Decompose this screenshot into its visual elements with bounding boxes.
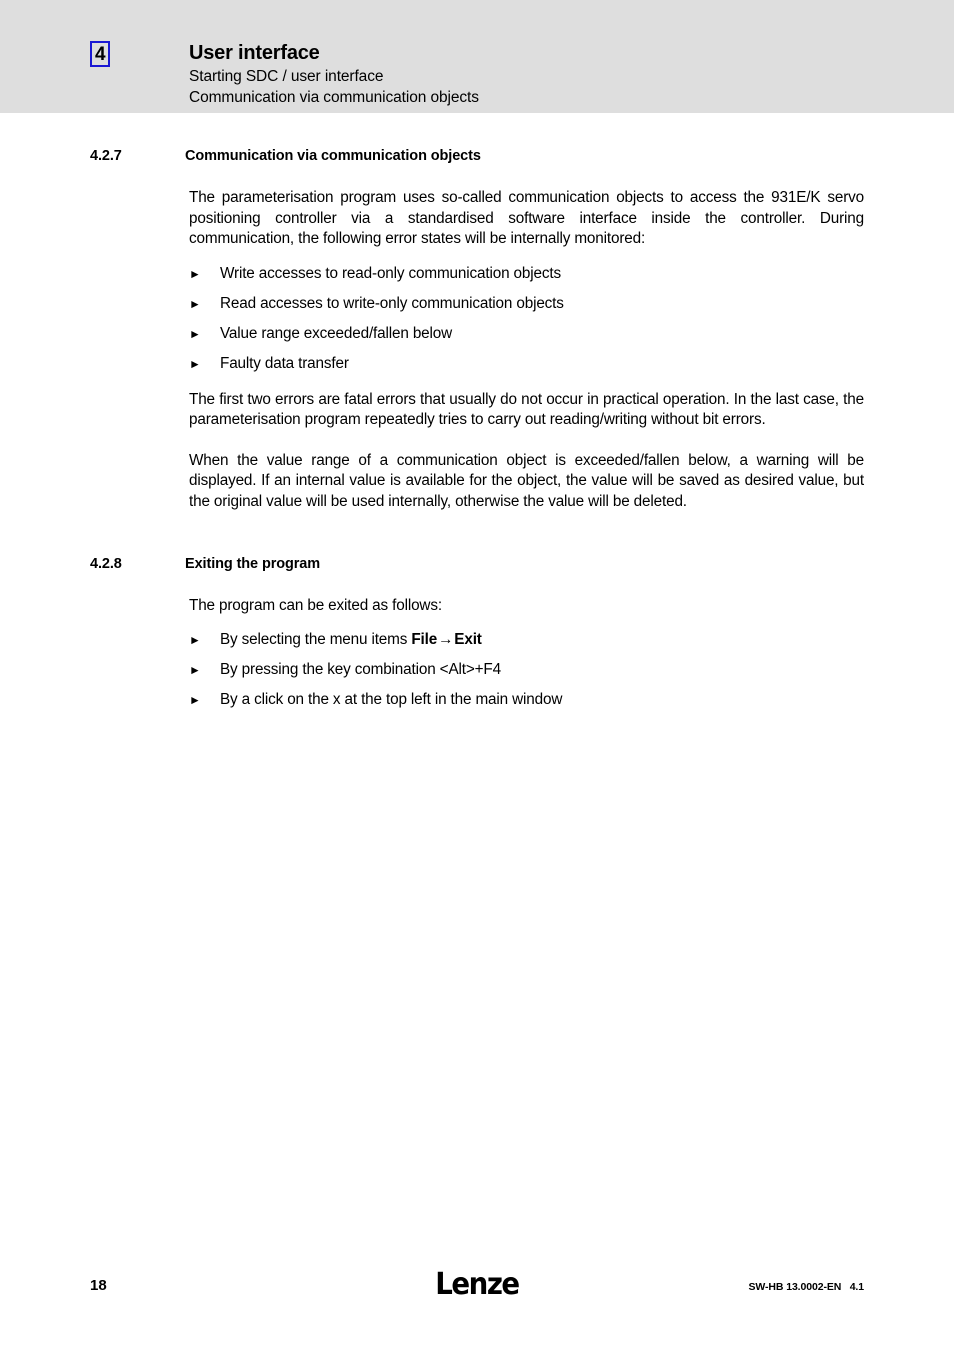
bullet-triangle-icon: ► <box>189 266 201 281</box>
lenze-logo: Lenze <box>435 1267 520 1302</box>
list-item-label: Read accesses to write-only communicatio… <box>220 294 564 312</box>
section-428-heading: 4.2.8 Exiting the program <box>0 556 954 572</box>
menu-item-exit: Exit <box>454 630 482 648</box>
list-item: ► By a click on the x at the top left in… <box>189 690 864 710</box>
bullet-triangle-icon: ► <box>189 632 201 647</box>
section-428-bullet-list: ► By selecting the menu items File→Exit … <box>189 630 864 710</box>
section-427-heading: 4.2.7 Communication via communication ob… <box>0 148 954 164</box>
list-item-label: By selecting the menu items File→Exit <box>220 631 482 648</box>
bullet-triangle-icon: ► <box>189 356 201 371</box>
menu-item-file: File <box>411 630 438 648</box>
header-subtitle-1: Starting SDC / user interface <box>189 68 384 85</box>
list-item-label: By pressing the key combination <Alt>+F4 <box>220 660 501 678</box>
section-427-bullet-list: ► Write accesses to read-only communicat… <box>189 264 864 374</box>
section-428-number: 4.2.8 <box>90 556 122 572</box>
list-item: ► By selecting the menu items File→Exit <box>189 630 864 650</box>
page-number: 18 <box>90 1277 107 1294</box>
header-subtitle-2: Communication via communication objects <box>189 89 479 106</box>
arrow-right-icon: → <box>438 630 454 648</box>
section-427-title: Communication via communication objects <box>185 148 481 164</box>
bullet-triangle-icon: ► <box>189 296 201 311</box>
bullet-triangle-icon: ► <box>189 692 201 707</box>
header-text-group: User interface Starting SDC / user inter… <box>189 40 479 108</box>
page-footer: 18 Lenze SW-HB 13.0002-EN 4.1 <box>0 1260 954 1350</box>
list-item: ► Value range exceeded/fallen below <box>189 324 864 344</box>
menu-path-prefix: By selecting the menu items <box>220 630 412 648</box>
bullet-triangle-icon: ► <box>189 662 201 677</box>
page-title: User interface <box>189 42 320 64</box>
page-content: 4.2.7 Communication via communication ob… <box>0 113 954 726</box>
chapter-number-box: 4 <box>90 41 110 67</box>
list-item: ► Write accesses to read-only communicat… <box>189 264 864 284</box>
chapter-number: 4 <box>94 43 106 65</box>
section-428-title: Exiting the program <box>185 556 321 572</box>
document-code: SW-HB 13.0002-EN 4.1 <box>748 1281 865 1293</box>
section-427-paragraph-1: The parameterisation program uses so-cal… <box>189 189 864 247</box>
list-item: ► Read accesses to write-only communicat… <box>189 294 864 314</box>
section-427-number: 4.2.7 <box>90 148 122 164</box>
list-item: ► By pressing the key combination <Alt>+… <box>189 660 864 680</box>
section-428-paragraph-1: The program can be exited as follows: <box>189 597 442 614</box>
list-item-label: By a click on the x at the top left in t… <box>220 690 563 708</box>
section-427-paragraph-2: The first two errors are fatal errors th… <box>189 390 864 429</box>
list-item-label: Write accesses to read-only communicatio… <box>220 264 561 282</box>
list-item-label: Value range exceeded/fallen below <box>220 324 453 342</box>
page-header-band: 4 User interface Starting SDC / user int… <box>0 0 954 113</box>
bullet-triangle-icon: ► <box>189 326 201 341</box>
list-item-label: Faulty data transfer <box>220 354 349 372</box>
list-item: ► Faulty data transfer <box>189 354 864 374</box>
section-428: 4.2.8 Exiting the program The program ca… <box>0 556 954 710</box>
section-427-paragraph-3: When the value range of a communication … <box>189 451 864 510</box>
section-427: 4.2.7 Communication via communication ob… <box>0 148 954 512</box>
